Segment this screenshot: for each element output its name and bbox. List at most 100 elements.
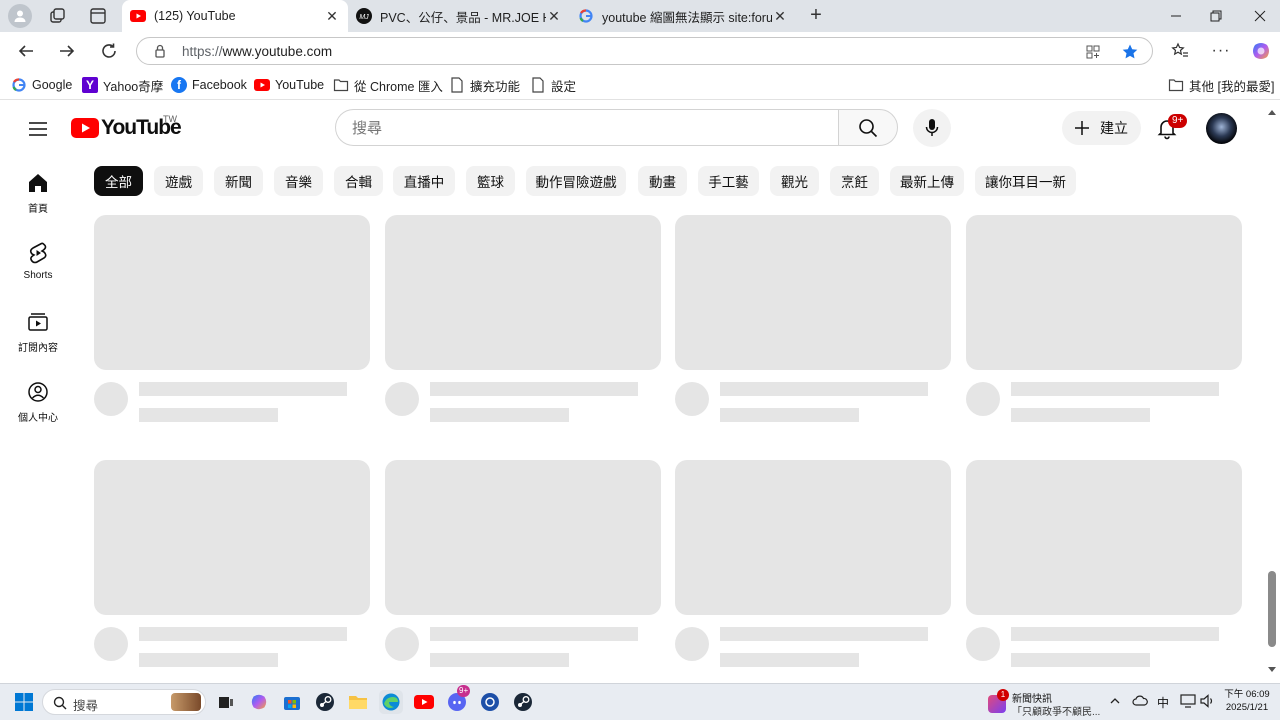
site-info-icon[interactable] <box>153 44 167 61</box>
google-icon <box>11 77 27 93</box>
news-widget[interactable]: 1 新聞快訊 「只顧政爭不顧民... <box>988 687 1100 718</box>
bookmark-label: 設定 <box>551 79 577 94</box>
address-bar[interactable]: https://www.youtube.com <box>136 37 1153 65</box>
task-view-button[interactable] <box>214 690 238 714</box>
chip-mixes[interactable]: 合輯 <box>334 166 383 196</box>
chip-crafts[interactable]: 手工藝 <box>698 166 759 196</box>
network-button[interactable] <box>1180 694 1196 708</box>
bookmark-youtube[interactable]: YouTube <box>254 76 324 94</box>
notifications-button[interactable]: 9+ <box>1152 113 1188 143</box>
bookmark-other-favorites[interactable]: 其他 [我的最愛] <box>1168 76 1274 94</box>
copilot-app-button[interactable] <box>247 690 271 714</box>
vertical-tabs-button[interactable] <box>88 6 108 26</box>
scroll-up-arrow-icon[interactable] <box>1264 107 1280 117</box>
tab-close-icon[interactable]: ✕ <box>324 8 340 24</box>
profile-button[interactable] <box>8 4 32 28</box>
search-box[interactable] <box>335 109 839 146</box>
chip-basketball[interactable]: 籃球 <box>466 166 515 196</box>
chip-animation[interactable]: 動畫 <box>638 166 687 196</box>
bookmark-facebook[interactable]: f Facebook <box>171 76 247 94</box>
channel-avatar-placeholder <box>966 382 1000 416</box>
start-button[interactable] <box>12 690 36 714</box>
minimize-button[interactable] <box>1156 0 1196 32</box>
tab-close-icon[interactable]: ✕ <box>546 8 562 24</box>
search-input[interactable] <box>352 118 822 138</box>
chip-all[interactable]: 全部 <box>94 166 143 196</box>
title-placeholder <box>1011 627 1219 641</box>
chip-news[interactable]: 新聞 <box>214 166 263 196</box>
chip-tourism[interactable]: 觀光 <box>770 166 819 196</box>
back-button[interactable] <box>12 37 40 65</box>
thumbnail-placeholder[interactable] <box>675 215 951 370</box>
voice-search-button[interactable] <box>913 109 951 147</box>
guide-item-subscriptions[interactable]: 訂閱內容 <box>0 302 76 362</box>
edge-button[interactable] <box>379 690 403 714</box>
chip-games[interactable]: 遊戲 <box>154 166 203 196</box>
thumbnail-placeholder[interactable] <box>966 215 1242 370</box>
tab-google-search[interactable]: youtube 縮圖無法顯示 site:forum ✕ <box>570 0 796 32</box>
tab-mrjoe[interactable]: MJ PVC、公仔、景品 - MR.JOE HOBBY ✕ <box>348 0 570 32</box>
app-available-icon[interactable] <box>1085 44 1101 63</box>
store-button[interactable] <box>280 690 304 714</box>
clock[interactable]: 下午 06:09 2025/1/21 <box>1222 688 1272 714</box>
thumbnail-placeholder[interactable] <box>385 215 661 370</box>
bookmark-google[interactable]: Google <box>11 76 72 94</box>
channel-avatar-placeholder <box>385 382 419 416</box>
channel-avatar-placeholder <box>94 627 128 661</box>
chip-new-to-you[interactable]: 讓你耳目一新 <box>975 166 1076 196</box>
scroll-down-arrow-icon[interactable] <box>1264 665 1280 675</box>
avatar[interactable] <box>1206 113 1237 144</box>
guide-item-you[interactable]: 個人中心 <box>0 372 76 432</box>
copilot-button[interactable] <box>1247 37 1275 65</box>
volume-button[interactable] <box>1200 694 1216 708</box>
steam-button[interactable] <box>313 690 337 714</box>
bookmark-yahoo[interactable]: Y Yahoo奇摩 <box>82 76 163 94</box>
show-hidden-icons-button[interactable] <box>1108 694 1122 708</box>
thumbnail-placeholder[interactable] <box>385 460 661 615</box>
tab-close-icon[interactable]: ✕ <box>772 8 788 24</box>
back-arrow-icon <box>18 45 33 57</box>
meta-placeholder <box>1011 408 1150 422</box>
onedrive-button[interactable] <box>1132 694 1148 708</box>
workspaces-button[interactable] <box>48 6 68 26</box>
chip-action-adventure[interactable]: 動作冒險遊戲 <box>526 166 626 196</box>
thumbnail-placeholder[interactable] <box>94 460 370 615</box>
bookmark-label: Google <box>32 78 73 92</box>
bookmark-chrome-import[interactable]: 從 Chrome 匯入 <box>333 76 443 94</box>
restore-button[interactable] <box>1196 0 1236 32</box>
forward-button[interactable] <box>53 37 81 65</box>
search-button[interactable] <box>838 109 898 146</box>
chip-music[interactable]: 音樂 <box>274 166 323 196</box>
new-tab-button[interactable]: + <box>806 5 826 26</box>
bookmark-extensions[interactable]: 擴充功能 <box>449 76 520 94</box>
chip-cooking[interactable]: 烹飪 <box>830 166 879 196</box>
favorites-button[interactable] <box>1166 37 1194 65</box>
scrollbar-thumb[interactable] <box>1268 571 1276 647</box>
thumbnail-placeholder[interactable] <box>675 460 951 615</box>
guide-menu-button[interactable] <box>26 117 50 141</box>
ime-indicator[interactable]: 中 <box>1157 694 1169 711</box>
chip-recently-uploaded[interactable]: 最新上傳 <box>890 166 964 196</box>
guide-item-home[interactable]: 首頁 <box>0 163 76 223</box>
create-button[interactable]: 建立 <box>1062 111 1141 145</box>
channel-avatar-placeholder <box>675 627 709 661</box>
taskbar-search[interactable]: 搜尋 <box>42 689 206 715</box>
thumbnail-placeholder[interactable] <box>94 215 370 370</box>
app-button-blue[interactable] <box>478 690 502 714</box>
youtube-app-button[interactable] <box>412 690 436 714</box>
settings-more-button[interactable]: ··· <box>1207 37 1235 65</box>
chip-live[interactable]: 直播中 <box>393 166 455 196</box>
favorite-star-icon[interactable] <box>1121 43 1139 64</box>
page-scrollbar[interactable] <box>1264 101 1280 683</box>
steam-button-2[interactable] <box>511 690 535 714</box>
tab-youtube[interactable]: (125) YouTube ✕ <box>122 0 348 32</box>
guide-item-shorts[interactable]: Shorts <box>0 233 76 293</box>
refresh-button[interactable] <box>95 37 123 65</box>
file-explorer-button[interactable] <box>346 690 370 714</box>
discord-button[interactable]: 9+ <box>445 685 471 714</box>
bookmark-settings[interactable]: 設定 <box>530 76 576 94</box>
close-window-button[interactable] <box>1240 0 1280 32</box>
title-placeholder <box>430 627 638 641</box>
thumbnail-placeholder[interactable] <box>966 460 1242 615</box>
search-icon <box>53 696 67 710</box>
